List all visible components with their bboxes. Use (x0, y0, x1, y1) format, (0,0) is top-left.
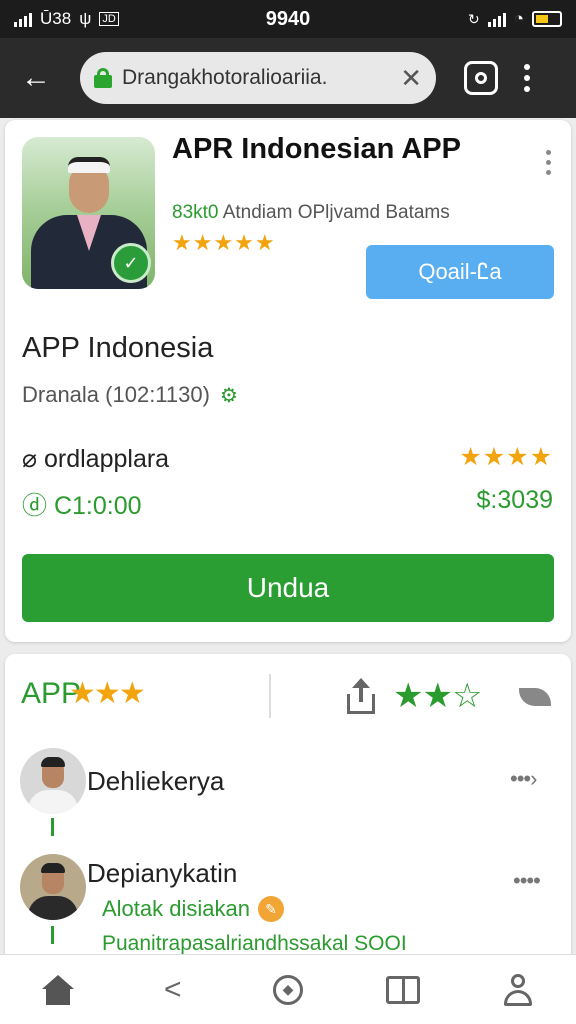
browser-toolbar: ← Drangakhotoralioariia. ✕ (0, 38, 576, 118)
wifi-small-icon: ψ (79, 9, 92, 28)
cell-signal-icon (487, 11, 506, 27)
home-icon (41, 974, 74, 1005)
share-icon[interactable] (343, 678, 379, 716)
signal-icon (14, 11, 32, 27)
nav-explore[interactable]: ◆ (256, 960, 320, 1020)
rating-stars: ★★★★★ (172, 230, 276, 255)
share-icon: < (164, 972, 182, 1006)
battery-icon (532, 11, 562, 27)
app-meta-line: Dranala (102:1130) ⚙ (22, 382, 238, 408)
rate-stars[interactable]: ★★☆ (393, 676, 482, 716)
avatar[interactable] (20, 854, 86, 920)
gear-icon[interactable]: ⚙ (220, 383, 238, 408)
app-icon[interactable]: ✓ (22, 137, 155, 289)
review-tag-text: Alotak disiakan (102, 896, 250, 921)
quality-button[interactable]: Qoail-Ꮭa (366, 245, 554, 299)
lock-icon (94, 68, 112, 88)
close-icon[interactable]: ✕ (400, 63, 422, 94)
status-bar: Ū38 ψ JD 9940 ↻ ◔ (0, 0, 576, 38)
user-icon (502, 973, 534, 1006)
review-author: Depianykatin (87, 858, 238, 888)
bottom-nav: < ◆ (0, 954, 576, 1024)
thread-line (51, 926, 54, 944)
review-tag: Alotak disiakan ✎ (102, 896, 284, 922)
verified-badge-icon: ✓ (111, 243, 151, 283)
app-card: ✓ APR Indonesian APP 83kt0 Atndiam OPljv… (5, 120, 571, 642)
back-arrow-icon[interactable]: ← (16, 58, 56, 98)
status-left: Ū38 ψ JD (14, 9, 119, 29)
developer-id: 83kt0 (172, 202, 219, 223)
address-bar[interactable]: Drangakhotoralioariia. ✕ (80, 52, 436, 104)
review-item[interactable] (20, 748, 86, 814)
app-name: APP Indonesia (22, 332, 214, 364)
wifi-icon: ◔ (513, 9, 524, 28)
review-item[interactable] (20, 854, 86, 920)
developer-line: 83kt0 Atndiam OPljvamd Batams (172, 202, 450, 224)
price-left: ⓓ C1:0:00 (22, 492, 142, 520)
book-icon (386, 975, 421, 1004)
nav-profile[interactable] (486, 960, 550, 1020)
divider (269, 674, 271, 718)
avatar[interactable] (20, 748, 86, 814)
app-title: APR Indonesian APP (172, 133, 461, 165)
developer-name[interactable]: Atndiam OPljvamd Batams (223, 202, 450, 223)
review-more-button[interactable]: •••› (510, 766, 537, 792)
status-left-text: Ū38 (40, 9, 72, 28)
app-meta: Dranala (102:1130) (22, 382, 210, 407)
price-right: $:3039 (476, 486, 553, 514)
nav-library[interactable] (371, 960, 435, 1020)
review-author: Dehliekerya (87, 766, 225, 796)
category-stars: ★★★★ (459, 443, 553, 471)
url-text[interactable]: Drangakhotoralioariia. (122, 66, 390, 90)
reviews-card: APP ★★★ ★★☆ Dehliekerya •••› Depianykati… (5, 654, 571, 970)
card-more-icon[interactable] (546, 150, 551, 175)
thread-line (51, 818, 54, 836)
pencil-icon[interactable]: ✎ (257, 896, 284, 922)
reviews-header-stars: ★★★ (69, 677, 146, 710)
download-button[interactable]: Undua (22, 554, 554, 622)
nav-home[interactable] (26, 960, 90, 1020)
review-more-button[interactable]: •••• (513, 868, 541, 894)
eye-icon[interactable] (519, 684, 551, 708)
reviews-header: APP ★★★ (21, 676, 146, 711)
sync-icon: ↻ (467, 10, 480, 27)
compass-icon: ◆ (272, 974, 303, 1005)
more-vert-icon[interactable] (524, 64, 530, 92)
camera-icon[interactable] (464, 61, 498, 95)
status-right: ↻ ◔ (468, 9, 562, 29)
nav-share[interactable]: < (141, 960, 205, 1020)
category-label: ⌀ ordlapplara (22, 445, 170, 473)
status-box-icon: JD (99, 12, 119, 26)
